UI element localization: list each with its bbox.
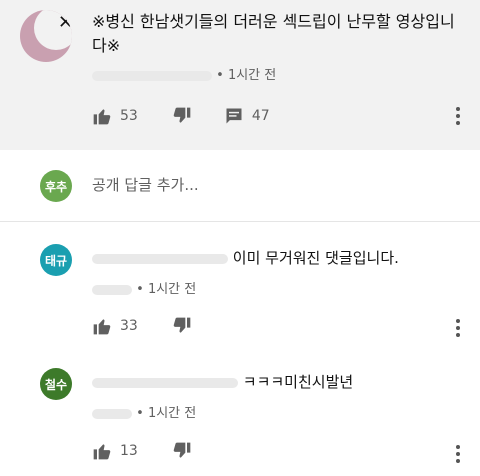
like-count: 33 xyxy=(120,318,138,334)
more-options-button[interactable] xyxy=(446,316,470,340)
author-name-redacted[interactable] xyxy=(92,377,238,388)
author-name-redacted[interactable] xyxy=(92,408,132,419)
comment-meta: • 1시간 전 xyxy=(92,64,276,83)
author-name-redacted[interactable] xyxy=(92,284,132,295)
dislike-button[interactable] xyxy=(172,106,192,126)
comment-meta: • 1시간 전 xyxy=(92,402,196,421)
dislike-button[interactable] xyxy=(172,316,192,336)
author-name-redacted[interactable] xyxy=(92,70,212,81)
reply-count: 47 xyxy=(251,108,270,124)
more-vert-icon xyxy=(456,445,460,463)
like-button[interactable]: 13 xyxy=(92,441,138,461)
thumbs-down-icon xyxy=(172,441,192,461)
comment-actions: 53 47 xyxy=(92,104,290,128)
comment-time: • 1시간 전 xyxy=(216,68,277,83)
top-comment: ✕ ※병신 한남샛기들의 더러운 섹드립이 난무할 영상입니다※ • 1시간 전… xyxy=(0,0,480,150)
reply-text-line: 이미 무거워진 댓글입니다. xyxy=(92,247,464,269)
comment-time: • 1시간 전 xyxy=(136,406,197,421)
more-options-button[interactable] xyxy=(446,104,470,128)
avatar[interactable]: 태규 xyxy=(40,244,72,276)
replies-button[interactable]: 47 xyxy=(224,106,270,126)
avatar[interactable]: ✕ xyxy=(20,10,72,62)
avatar[interactable]: 철수 xyxy=(40,368,72,400)
more-vert-icon xyxy=(456,107,460,125)
thumbs-up-icon xyxy=(92,106,112,126)
add-reply-row: 후추 공개 답글 추가... xyxy=(0,150,480,222)
author-name-redacted[interactable] xyxy=(92,253,228,264)
reply-text: ㅋㅋㅋ미친시발년 xyxy=(242,373,354,391)
like-button[interactable]: 33 xyxy=(92,316,138,336)
thumbs-down-icon xyxy=(172,316,192,336)
more-options-button[interactable] xyxy=(446,442,470,466)
comment-actions: 33 xyxy=(92,314,212,338)
reply-text: 이미 무거워진 댓글입니다. xyxy=(232,249,399,267)
comment-icon xyxy=(224,106,244,126)
more-vert-icon xyxy=(456,319,460,337)
comment-time: • 1시간 전 xyxy=(136,282,197,297)
comment-meta: • 1시간 전 xyxy=(92,278,196,297)
comment-text: ※병신 한남샛기들의 더러운 섹드립이 난무할 영상입니다※ xyxy=(92,12,455,55)
like-count: 13 xyxy=(120,443,138,459)
avatar[interactable]: 후추 xyxy=(40,170,72,202)
thumbs-up-icon xyxy=(92,316,112,336)
reply-input[interactable]: 공개 답글 추가... xyxy=(92,174,199,195)
reply-text-line: ㅋㅋㅋ미친시발년 xyxy=(92,371,464,393)
like-button[interactable]: 53 xyxy=(92,106,138,126)
thumbs-down-icon xyxy=(172,106,192,126)
comment-actions: 13 xyxy=(92,439,212,463)
dislike-button[interactable] xyxy=(172,441,192,461)
thumbs-up-icon xyxy=(92,441,112,461)
like-count: 53 xyxy=(120,108,138,124)
